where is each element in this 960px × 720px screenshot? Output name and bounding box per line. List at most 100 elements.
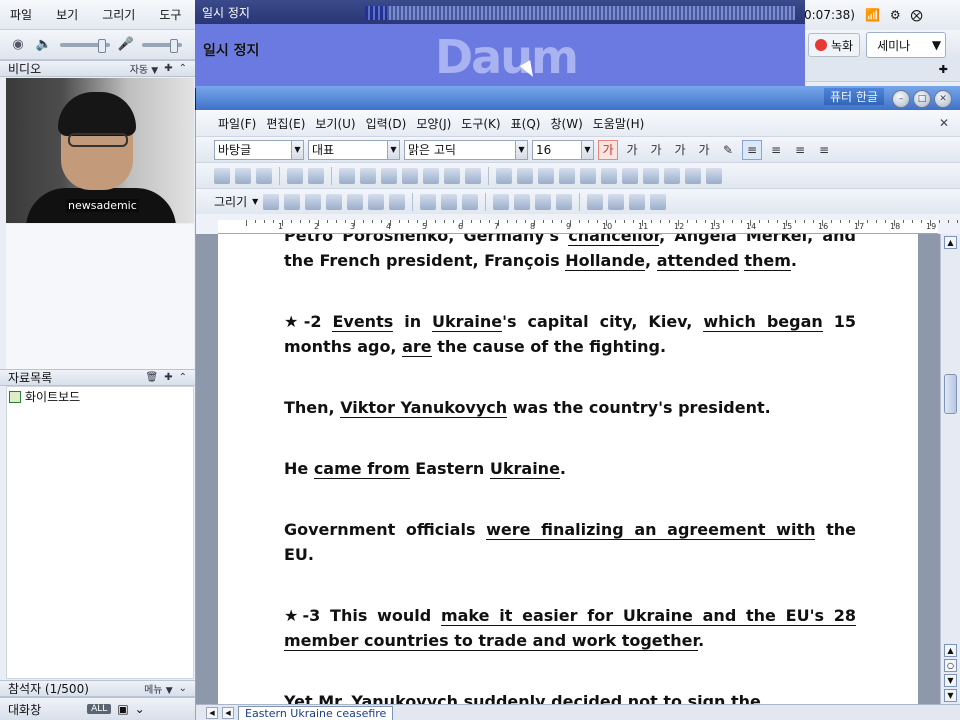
microphone-volume-slider[interactable] (142, 38, 182, 53)
justify-button[interactable]: ≡ (742, 139, 762, 160)
line-icon[interactable] (263, 193, 280, 210)
group-icon[interactable] (441, 193, 458, 210)
document-paragraph[interactable]: Petro Poroshenko, Germany's chancellor, … (284, 234, 856, 273)
ellipse-icon[interactable] (305, 193, 322, 210)
vertical-scrollbar[interactable]: ▲ ▲ ○ ▼ ▼ (940, 234, 960, 704)
settings-icon[interactable]: ⚙ (890, 8, 901, 22)
save-icon[interactable] (256, 167, 272, 184)
document-paragraph[interactable]: ★-2 Events in Ukraine's capital city, Ki… (284, 309, 856, 359)
note-icon[interactable] (706, 167, 722, 184)
align-center-button[interactable]: ≡ (790, 140, 810, 160)
document-paragraph[interactable]: He came from Eastern Ukraine. (284, 456, 856, 481)
draw-dropdown[interactable]: 그리기 (214, 193, 247, 210)
app-menu-tools[interactable]: 도구 (159, 6, 181, 23)
curve-icon[interactable] (368, 193, 385, 210)
maximize-icon[interactable]: □ (913, 90, 931, 108)
highlight-icon[interactable]: ✎ (718, 140, 738, 160)
align-left-button[interactable]: ≡ (766, 140, 786, 160)
paragraph-icon[interactable] (517, 167, 533, 184)
rectangle-icon[interactable] (284, 193, 301, 210)
scroll-down-icon[interactable]: ▼ (944, 689, 957, 702)
collapse-icon[interactable]: ⌃ (179, 63, 187, 74)
style-combo[interactable]: 바탕글 ▼ (214, 139, 304, 160)
menu-file[interactable]: 파일(F) (218, 115, 256, 132)
seminar-dropdown[interactable]: 세미나 ▼ (866, 32, 947, 58)
select-icon[interactable] (420, 193, 437, 210)
first-tab-icon[interactable]: ◀ (206, 706, 218, 719)
chart-icon[interactable] (622, 167, 638, 184)
menu-tools[interactable]: 도구(K) (461, 115, 500, 132)
redo-icon[interactable] (360, 167, 376, 184)
close-icon[interactable]: ✕ (934, 90, 952, 108)
trash-icon[interactable]: 🗑 (146, 372, 159, 383)
format-painter-icon[interactable] (465, 167, 481, 184)
page-up-icon[interactable]: ▲ (944, 644, 957, 657)
menu-window[interactable]: 창(W) (550, 115, 582, 132)
document-text[interactable]: Petro Poroshenko, Germany's chancellor, … (284, 234, 857, 704)
tab-document[interactable]: Eastern Ukraine ceasefire (238, 705, 394, 720)
microphone-icon[interactable]: 🎤 (116, 35, 136, 55)
preview-icon[interactable] (308, 167, 324, 184)
spellcheck-icon[interactable] (496, 167, 512, 184)
webcam-icon[interactable]: ◉ (8, 35, 28, 55)
pin-icon[interactable]: ✚ (939, 63, 948, 76)
player-screen[interactable]: 일시 정지 Daum (195, 24, 805, 88)
document-paragraph[interactable]: Government officials were finalizing an … (284, 517, 856, 567)
formula-icon[interactable] (664, 167, 680, 184)
polygon-icon[interactable] (347, 193, 364, 210)
document-paragraph[interactable]: Yet Mr. Yanukovych suddenly decided not … (284, 689, 856, 704)
line-width-icon[interactable] (608, 193, 625, 210)
app-menu-draw[interactable]: 그리기 (102, 6, 135, 23)
line-color-icon[interactable] (493, 193, 510, 210)
line-style-icon[interactable] (587, 193, 604, 210)
pin-icon[interactable]: ✚ (164, 372, 172, 383)
align-right-button[interactable]: ≡ (814, 140, 834, 160)
close-icon[interactable]: ⨂ (911, 8, 923, 22)
textbox-icon[interactable] (685, 167, 701, 184)
page-down-icon[interactable]: ▼ (944, 674, 957, 687)
prev-tab-icon[interactable]: ◀ (222, 706, 234, 719)
document-paragraph[interactable]: ★-3 This would make it easier for Ukrain… (284, 603, 857, 653)
menu-view[interactable]: 보기(U) (315, 115, 355, 132)
underline-button[interactable]: 가 (646, 140, 666, 160)
menu-format[interactable]: 모양(J) (416, 115, 451, 132)
ungroup-icon[interactable] (462, 193, 479, 210)
minimize-icon[interactable]: – (892, 90, 910, 108)
image-icon[interactable] (580, 167, 596, 184)
arc-icon[interactable] (326, 193, 343, 210)
strikethrough-button[interactable]: 가 (670, 140, 690, 160)
document-close-icon[interactable]: ✕ (939, 116, 949, 130)
speaker-icon[interactable]: 🔈 (34, 35, 54, 55)
new-document-icon[interactable] (214, 167, 230, 184)
chat-all-badge[interactable]: ALL (87, 704, 112, 714)
bring-forward-icon[interactable] (535, 193, 552, 210)
font-combo[interactable]: 맑은 고딕 ▼ (404, 139, 528, 160)
speaker-volume-slider[interactable] (60, 38, 110, 53)
link-icon[interactable] (559, 167, 575, 184)
pin-icon[interactable]: ✚ (164, 63, 172, 74)
copy-icon[interactable] (423, 167, 439, 184)
save-icon[interactable]: ▣ (117, 702, 128, 716)
font-size-combo[interactable]: 16 ▼ (532, 139, 594, 160)
shadow-icon[interactable] (650, 193, 667, 210)
menu-insert[interactable]: 입력(D) (366, 115, 407, 132)
menu-edit[interactable]: 편집(E) (266, 115, 305, 132)
collapse-icon[interactable]: ⌃ (179, 372, 187, 383)
participants-menu-dropdown[interactable]: 메뉴 ▼ (144, 681, 173, 696)
font-color-button[interactable]: 가 (694, 140, 714, 160)
symbol-icon[interactable] (643, 167, 659, 184)
table-icon[interactable] (601, 167, 617, 184)
app-menu-view[interactable]: 보기 (56, 6, 78, 23)
pen-icon[interactable] (389, 193, 406, 210)
expand-icon[interactable]: ⌄ (179, 683, 187, 694)
scroll-up-icon[interactable]: ▲ (944, 236, 957, 249)
document-paragraph[interactable]: Then, Viktor Yanukovych was the country'… (284, 395, 856, 420)
send-backward-icon[interactable] (556, 193, 573, 210)
select-object-icon[interactable]: ○ (944, 659, 957, 672)
language-combo[interactable]: 대표 ▼ (308, 139, 400, 160)
italic-button[interactable]: 가 (622, 140, 642, 160)
fill-color-icon[interactable] (514, 193, 531, 210)
scroll-thumb[interactable] (944, 374, 957, 414)
video-mode-dropdown[interactable]: 자동 ▼ (130, 61, 159, 76)
menu-table[interactable]: 표(Q) (511, 115, 541, 132)
